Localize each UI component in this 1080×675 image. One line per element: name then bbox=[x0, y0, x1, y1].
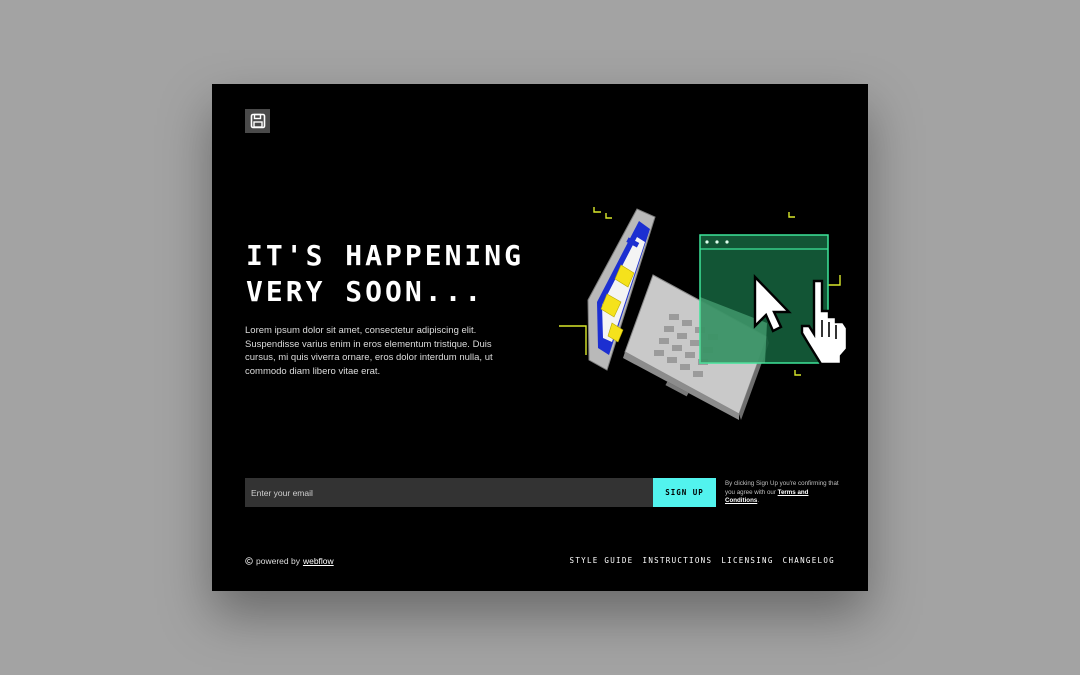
coming-soon-card: IT'S HAPPENING VERY SOON... Lorem ipsum … bbox=[212, 84, 868, 591]
powered-by: powered by webflow bbox=[245, 556, 334, 566]
retro-laptop-illustration bbox=[559, 207, 849, 420]
footer-link-instructions[interactable]: INSTRUCTIONS bbox=[643, 556, 713, 565]
hero-title-line-1: IT'S HAPPENING bbox=[246, 239, 525, 272]
powered-by-text: powered by bbox=[256, 556, 300, 566]
footer-link-licensing[interactable]: LICENSING bbox=[721, 556, 773, 565]
hero-title-line-2: VERY SOON... bbox=[246, 275, 485, 308]
hero-description: Lorem ipsum dolor sit amet, consectetur … bbox=[245, 325, 493, 377]
signup-form: SIGN UP bbox=[245, 478, 716, 507]
terms-notice: By clicking Sign Up you're confirming th… bbox=[725, 480, 843, 506]
floppy-disk-icon bbox=[250, 113, 265, 129]
copyright-icon bbox=[245, 557, 253, 565]
footer-nav: STYLE GUIDE INSTRUCTIONS LICENSING CHANG… bbox=[570, 556, 835, 565]
footer-link-style-guide[interactable]: STYLE GUIDE bbox=[570, 556, 634, 565]
email-input[interactable] bbox=[245, 478, 653, 507]
terms-notice-end: . bbox=[757, 497, 760, 505]
sign-up-button[interactable]: SIGN UP bbox=[653, 478, 716, 507]
footer-link-changelog[interactable]: CHANGELOG bbox=[783, 556, 835, 565]
webflow-link[interactable]: webflow bbox=[303, 556, 334, 566]
hero-title: IT'S HAPPENING VERY SOON... bbox=[246, 238, 524, 310]
logo[interactable] bbox=[245, 109, 270, 133]
